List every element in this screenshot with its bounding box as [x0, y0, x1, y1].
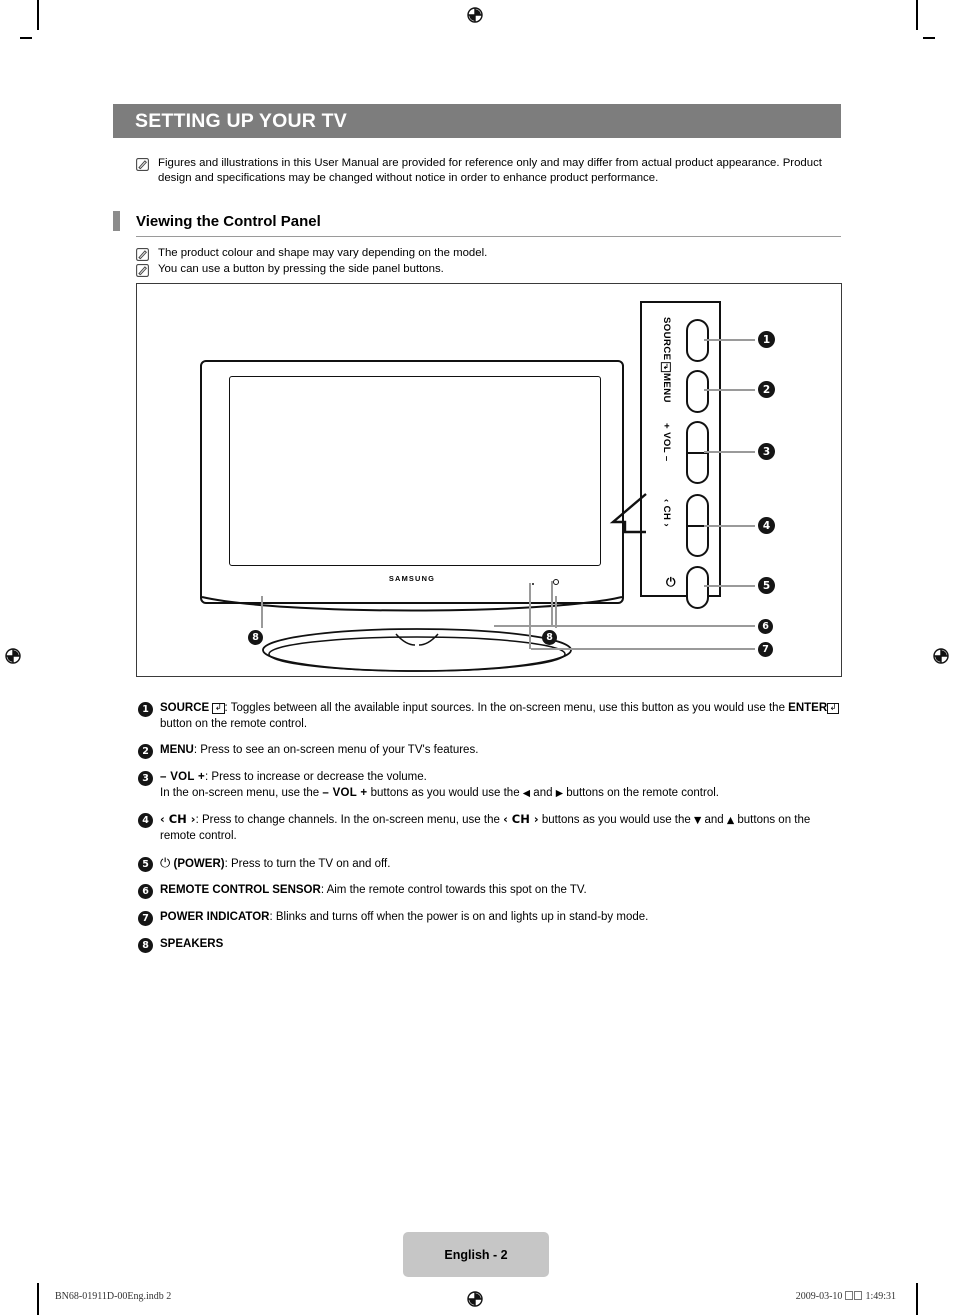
footer-date: 2009-03-10 [795, 1291, 843, 1302]
note-text: The product colour and shape may vary de… [158, 247, 488, 259]
control-panel-legend: 1 SOURCE ↲: Toggles between all the avai… [138, 701, 844, 964]
legend-number: 7 [138, 911, 153, 927]
panel-note-block: The product colour and shape may vary de… [136, 246, 836, 278]
leader-line-7 [531, 648, 755, 651]
leader-line-6 [494, 625, 755, 628]
callout-bullet-4: 4 [758, 517, 775, 534]
menu-button-label: MENU [661, 373, 672, 403]
list-item: 5 ⏻ (POWER): Press to turn the TV on and… [138, 856, 844, 873]
tv-body-illustration: SAMSUNG [200, 360, 624, 604]
note-pencil-icon [136, 248, 149, 261]
crop-mark-bottom-right-vertical [916, 1283, 918, 1315]
legend-number: 5 [138, 856, 153, 872]
callout-bullet-1: 1 [758, 331, 775, 348]
registration-mark-bottom [464, 1288, 486, 1310]
crop-mark-top-right-horizontal [923, 37, 935, 39]
power-icon: ⏻ [666, 575, 676, 589]
missing-glyph-box [845, 1291, 854, 1300]
list-item: 8 SPEAKERS [138, 937, 844, 954]
callout-bullet-5: 5 [758, 577, 775, 594]
manual-page: SETTING UP YOUR TV Figures and illustrat… [0, 0, 954, 1315]
legend-text: POWER INDICATOR: Blinks and turns off wh… [160, 911, 649, 924]
enter-return-icon: ↲ [212, 703, 225, 714]
speaker-bullet-right: 8 [542, 630, 557, 645]
callout-bullet-6: 6 [758, 619, 773, 634]
leader-riser-7 [529, 583, 532, 649]
menu-button[interactable] [686, 370, 709, 413]
note-row: Figures and illustrations in this User M… [136, 156, 836, 186]
remote-sensor-dot [532, 583, 534, 585]
legend-text: – VOL +: Press to increase or decrease t… [160, 771, 719, 799]
section-accent-tick [113, 211, 120, 231]
registration-mark-top [464, 4, 486, 26]
enter-return-icon: ↲ [660, 362, 672, 373]
note-text: You can use a button by pressing the sid… [158, 263, 444, 275]
section-heading: Viewing the Control Panel [113, 211, 841, 237]
page-number-tab: English - 2 [403, 1232, 549, 1277]
legend-number: 2 [138, 744, 153, 760]
legend-text: SOURCE ↲: Toggles between all the availa… [153, 701, 844, 732]
page-label: English - 2 [444, 1247, 508, 1262]
enter-return-icon: ↲ [827, 703, 840, 714]
note-text: Figures and illustrations in this User M… [158, 157, 822, 184]
callout-bullet-7: 7 [758, 642, 773, 657]
crop-mark-top-left-vertical [37, 0, 39, 30]
note-pencil-icon [136, 264, 149, 277]
list-item: 3 – VOL +: Press to increase or decrease… [138, 770, 844, 801]
registration-mark-left [2, 645, 24, 667]
callout-bullet-3: 3 [758, 443, 775, 460]
legend-number: 3 [138, 771, 153, 787]
legend-number: 8 [138, 938, 153, 954]
speaker-leader-right [555, 596, 558, 628]
leader-line-3 [704, 451, 755, 454]
control-panel-diagram: SAMSUNG SOURCE↲ MENU + VOL – ‹ CH › ⏻ 1 … [136, 283, 842, 677]
legend-text: ‹ CH ›: Press to change channels. In the… [160, 812, 811, 842]
legend-text: MENU: Press to see an on-screen menu of … [160, 744, 479, 757]
legend-number: 1 [138, 702, 153, 717]
list-item: 7 POWER INDICATOR: Blinks and turns off … [138, 910, 844, 927]
list-item: 2 MENU: Press to see an on-screen menu o… [138, 743, 844, 760]
crop-mark-bottom-left-vertical [37, 1283, 39, 1315]
power-icon: ⏻ [160, 855, 171, 871]
chapter-header-bar: SETTING UP YOUR TV [113, 104, 841, 138]
crop-mark-top-right-vertical [916, 0, 918, 30]
leader-line-4 [704, 525, 755, 528]
footer-timestamp: 2009-03-10 1:49:31 [796, 1291, 896, 1302]
legend-number: 4 [138, 813, 153, 829]
legend-text: ⏻ (POWER): Press to turn the TV on and o… [160, 855, 391, 871]
list-item: 1 SOURCE ↲: Toggles between all the avai… [138, 701, 844, 732]
legend-text: REMOTE CONTROL SENSOR: Aim the remote co… [160, 884, 587, 897]
speaker-leader-left [261, 596, 264, 628]
crop-mark-top-left-horizontal [20, 37, 32, 39]
source-button-label: SOURCE↲ [660, 317, 672, 373]
speaker-bullet-left: 8 [248, 630, 263, 645]
legend-number: 6 [138, 884, 153, 900]
list-item: 6 REMOTE CONTROL SENSOR: Aim the remote … [138, 883, 844, 900]
intro-note-block: Figures and illustrations in this User M… [136, 156, 836, 186]
footer-file-name: BN68-01911D-00Eng.indb 2 [55, 1291, 172, 1302]
tv-screen [229, 376, 601, 566]
leader-riser-6 [551, 581, 554, 626]
list-item: 4 ‹ CH ›: Press to change channels. In t… [138, 812, 844, 844]
channel-button-label: ‹ CH › [661, 499, 672, 527]
leader-line-5 [704, 585, 755, 588]
legend-text: SPEAKERS [160, 938, 224, 951]
section-divider [136, 236, 841, 237]
missing-glyph-box [854, 1291, 863, 1300]
side-control-panel: SOURCE↲ MENU + VOL – ‹ CH › ⏻ [640, 301, 721, 609]
leader-line-2 [704, 389, 755, 392]
leader-line-1 [704, 339, 755, 342]
note-row: The product colour and shape may vary de… [136, 246, 836, 261]
registration-mark-right [930, 645, 952, 667]
power-indicator-led [553, 579, 559, 585]
section-title: Viewing the Control Panel [136, 212, 321, 230]
footer-time: 1:49:31 [865, 1291, 896, 1302]
note-row: You can use a button by pressing the sid… [136, 262, 836, 277]
chapter-title: SETTING UP YOUR TV [135, 109, 347, 132]
power-button[interactable] [686, 566, 709, 609]
volume-button-label: + VOL – [661, 423, 672, 462]
brand-logo: SAMSUNG [388, 574, 436, 583]
note-pencil-icon [136, 158, 149, 171]
callout-bullet-2: 2 [758, 381, 775, 398]
